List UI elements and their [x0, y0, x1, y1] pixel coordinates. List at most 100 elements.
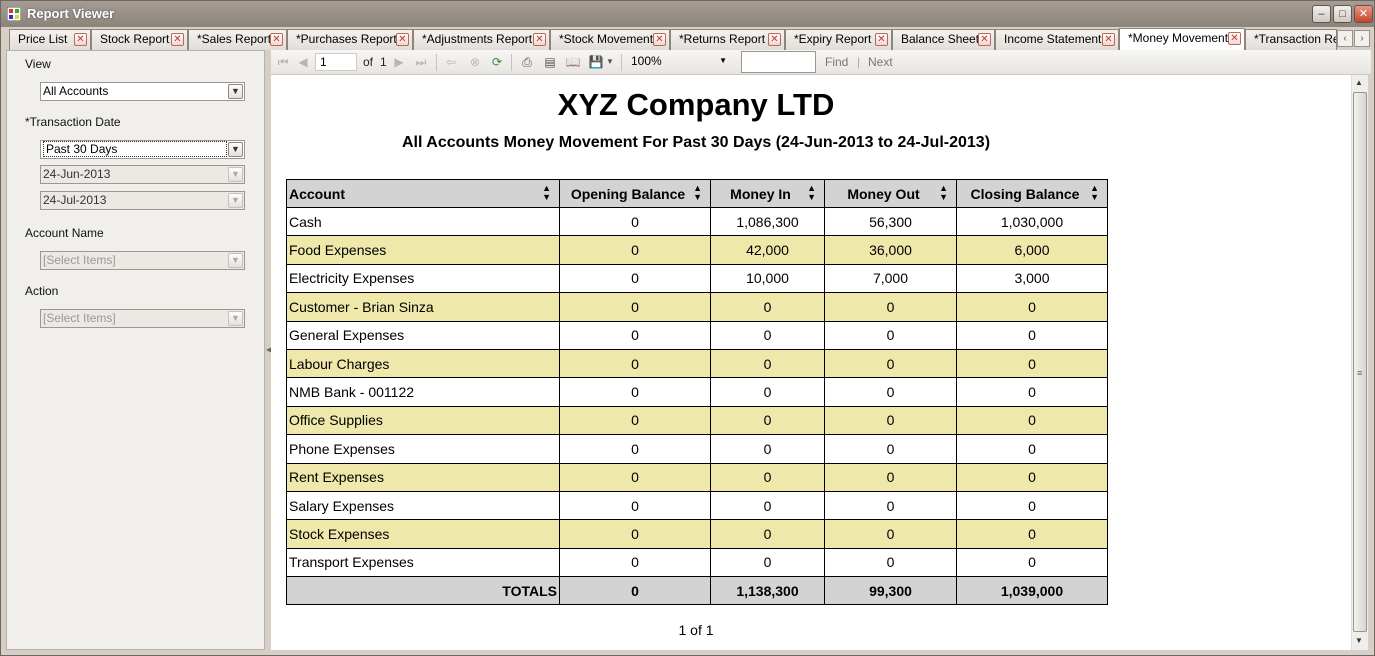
tab-stock-movement[interactable]: *Stock Movement ✕ [550, 29, 670, 50]
scroll-up-icon[interactable]: ▲ [1355, 78, 1363, 87]
sort-icon[interactable]: ▲ ▼ [807, 184, 816, 202]
tab-close-icon[interactable]: ✕ [1102, 33, 1115, 46]
tab-label: *Transaction Re [1254, 32, 1337, 46]
tab-close-icon[interactable]: ✕ [1228, 32, 1241, 45]
table-cell: 1,039,000 [956, 576, 1108, 606]
chevron-down-icon[interactable]: ▼ [228, 253, 243, 268]
column-header-label: Opening Balance [570, 185, 686, 202]
sort-icon[interactable]: ▲ ▼ [542, 184, 551, 202]
action-select[interactable]: [Select Items] ▼ [40, 309, 245, 328]
table-cell: 0 [559, 576, 711, 606]
sort-icon[interactable]: ▲ ▼ [693, 184, 702, 202]
scroll-thumb[interactable]: ≡ [1353, 92, 1367, 632]
tab-income-statement[interactable]: Income Statement ✕ [995, 29, 1119, 50]
column-header-money-out[interactable]: Money Out ▲ ▼ [824, 179, 957, 208]
column-header-opening-balance[interactable]: Opening Balance ▲ ▼ [559, 179, 711, 208]
tab-close-icon[interactable]: ✕ [270, 33, 283, 46]
report-toolbar: ⏮ ◀ 1 of 1 ▶ ⏭ ⇦ ⊗ ⟳ ⎙ ▤ 📖 💾 ▼ 100% ▼ Fi… [271, 50, 1371, 75]
chevron-down-icon[interactable]: ▼ [228, 84, 243, 99]
table-cell: 0 [710, 462, 825, 492]
table-row: Cash 0 1,086,300 56,300 1,030,000 [286, 206, 1108, 237]
last-page-icon[interactable]: ⏭ [413, 54, 429, 70]
table-cell: Food Expenses [286, 235, 560, 265]
tab-close-icon[interactable]: ✕ [533, 33, 546, 46]
stop-icon[interactable]: ⊗ [467, 54, 483, 70]
report-subtitle: All Accounts Money Movement For Past 30 … [401, 134, 991, 151]
table-row: Electricity Expenses 0 10,000 7,000 3,000 [286, 263, 1108, 294]
sort-icon[interactable]: ▲ ▼ [939, 184, 948, 202]
chevron-down-icon[interactable]: ▼ [228, 142, 243, 157]
tab-label: *Expiry Report [794, 32, 872, 46]
tab-close-icon[interactable]: ✕ [653, 33, 666, 46]
table-cell: 0 [710, 348, 825, 379]
previous-page-icon[interactable]: ◀ [295, 54, 311, 70]
tab-close-icon[interactable]: ✕ [74, 33, 87, 46]
account-name-select[interactable]: [Select Items] ▼ [40, 251, 245, 270]
table-cell: 0 [710, 405, 825, 436]
current-page-input[interactable]: 1 [315, 53, 357, 71]
column-header-money-in[interactable]: Money In ▲ ▼ [710, 179, 825, 208]
scroll-down-icon[interactable]: ▼ [1355, 636, 1363, 645]
tab-close-icon[interactable]: ✕ [875, 33, 888, 46]
chevron-left-icon[interactable]: ‹ [1337, 30, 1353, 47]
export-dropdown-icon[interactable]: ▼ [602, 54, 618, 70]
tab-expiry-report[interactable]: *Expiry Report ✕ [785, 29, 892, 50]
tab-close-icon[interactable]: ✕ [171, 33, 184, 46]
table-cell: 0 [559, 434, 711, 464]
table-cell: 0 [559, 348, 711, 379]
first-page-icon[interactable]: ⏮ [275, 54, 291, 70]
find-button[interactable]: Find [825, 55, 848, 69]
tab-close-icon[interactable]: ✕ [978, 33, 991, 46]
tab-purchases-report[interactable]: *Purchases Report ✕ [287, 29, 413, 50]
date-from-field[interactable]: 24-Jun-2013 ▼ [40, 165, 245, 184]
tab-transaction-report[interactable]: *Transaction Re [1245, 29, 1337, 50]
column-header-account[interactable]: Account ▲ ▼ [286, 179, 560, 208]
date-range-select[interactable]: Past 30 Days ▼ [40, 140, 245, 159]
table-cell: 1,138,300 [710, 576, 825, 606]
toolbar-separator [436, 54, 437, 71]
page-setup-icon[interactable]: 📖 [565, 54, 581, 70]
next-page-icon[interactable]: ▶ [391, 54, 407, 70]
table-cell: 6,000 [956, 235, 1108, 265]
date-to-field[interactable]: 24-Jul-2013 ▼ [40, 191, 245, 210]
column-header-closing-balance[interactable]: Closing Balance ▲ ▼ [956, 179, 1108, 208]
chevron-down-icon[interactable]: ▼ [719, 53, 727, 69]
totals-row: TOTALS 0 1,138,300 99,300 1,039,000 [286, 576, 1108, 606]
back-icon[interactable]: ⇦ [443, 54, 459, 70]
tab-balance-sheet[interactable]: Balance Sheet ✕ [892, 29, 995, 50]
minimize-button[interactable]: – [1312, 5, 1331, 23]
refresh-icon[interactable]: ⟳ [489, 54, 505, 70]
table-cell: 0 [824, 377, 957, 407]
table-cell: 0 [956, 348, 1108, 379]
find-input[interactable] [741, 51, 816, 73]
close-button[interactable]: ✕ [1354, 5, 1373, 23]
print-layout-icon[interactable]: ▤ [542, 54, 558, 70]
chevron-down-icon[interactable]: ▼ [228, 167, 243, 182]
view-select[interactable]: All Accounts ▼ [40, 82, 245, 101]
tab-sales-report[interactable]: *Sales Report ✕ [188, 29, 287, 50]
next-button[interactable]: Next [868, 55, 893, 69]
table-cell: 0 [559, 547, 711, 578]
tab-returns-report[interactable]: *Returns Report ✕ [670, 29, 785, 50]
vertical-scrollbar[interactable]: ▲ ≡ ▼ [1351, 75, 1368, 650]
tab-price-list[interactable]: Price List ✕ [9, 29, 91, 50]
sort-icon[interactable]: ▲ ▼ [1090, 184, 1099, 202]
maximize-button[interactable]: □ [1333, 5, 1352, 23]
tab-adjustments-report[interactable]: *Adjustments Report ✕ [413, 29, 550, 50]
table-header-row: Account ▲ ▼ Opening Balance ▲ ▼ Money In ▲ ▼ M… [286, 179, 1108, 208]
action-label: Action [25, 284, 59, 298]
table-cell: 0 [559, 462, 711, 492]
print-icon[interactable]: ⎙ [519, 54, 535, 70]
chevron-down-icon[interactable]: ▼ [228, 311, 243, 326]
table-cell: 0 [824, 462, 957, 492]
tab-close-icon[interactable]: ✕ [768, 33, 781, 46]
tab-money-movement[interactable]: *Money Movement ✕ [1119, 28, 1245, 50]
chevron-right-icon[interactable]: › [1354, 30, 1370, 47]
zoom-select[interactable]: 100% ▼ [627, 53, 729, 71]
window-title: Report Viewer [27, 6, 115, 21]
tab-stock-report[interactable]: Stock Report ✕ [91, 29, 188, 50]
chevron-down-icon[interactable]: ▼ [228, 193, 243, 208]
tab-close-icon[interactable]: ✕ [396, 33, 409, 46]
tab-label: Price List [18, 32, 68, 46]
tab-label: *Returns Report [679, 32, 766, 46]
